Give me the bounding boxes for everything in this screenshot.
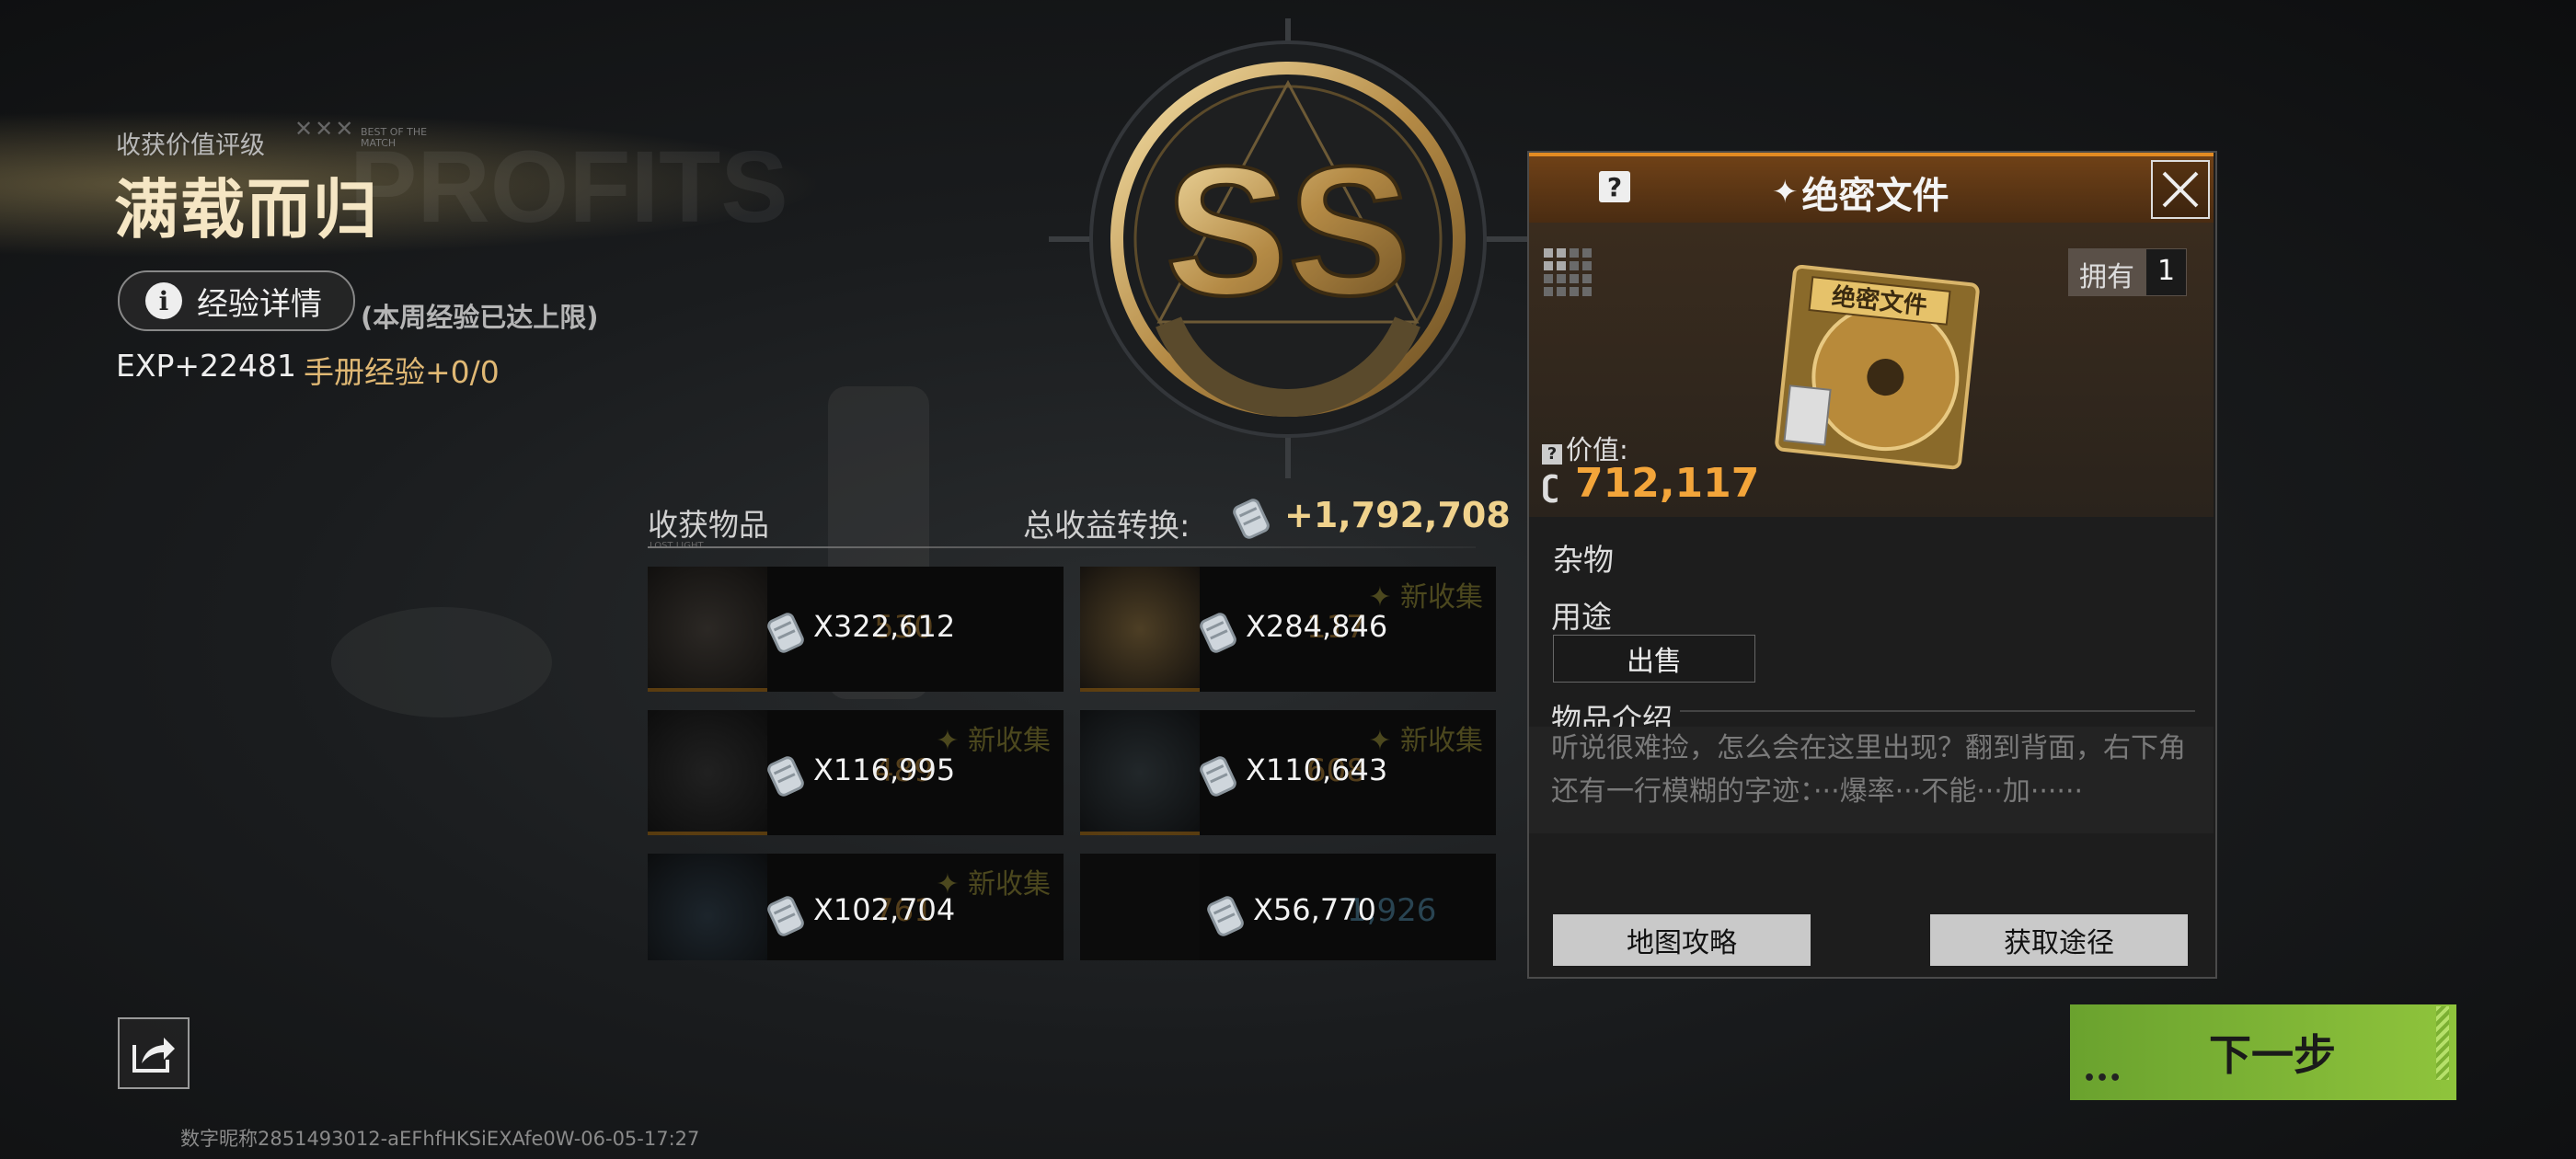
background-word: PROFITS [350, 131, 788, 244]
item-thumbnail [1080, 567, 1200, 692]
coin-icon [1233, 499, 1270, 539]
help-icon[interactable]: ? [1599, 171, 1630, 202]
grade-text: SS [1166, 129, 1411, 334]
total-earnings-label: 总收益转换: [1023, 508, 1190, 545]
owned-count: 拥有 1 [2068, 248, 2188, 296]
items-title: 收获物品 [648, 507, 769, 543]
background-shape [331, 607, 552, 717]
next-step-button[interactable]: 下一步 [2070, 1004, 2456, 1100]
item-quantity: X102,704 [813, 892, 956, 927]
item-thumbnail [648, 854, 767, 960]
sell-button[interactable]: 出售 [1553, 635, 1755, 683]
rarity-bar [1080, 688, 1200, 692]
info-icon: i [145, 282, 182, 319]
item-value: 712,117 [1575, 460, 1760, 507]
item-description: 听说很难捡，怎么会在这里出现？翻到背面，右下角还有一行模糊的字迹：···爆率··… [1551, 732, 2186, 808]
coin-icon [1207, 896, 1244, 936]
item-tile[interactable]: 1,926 X56,770 [1080, 854, 1496, 960]
owned-value: 1 [2145, 248, 2188, 296]
owned-label: 拥有 [2068, 248, 2145, 296]
item-thumbnail [648, 567, 767, 692]
sparkle-icon: ✦ [1772, 174, 1799, 211]
item-tile[interactable]: ✦ 新收集 761 X102,704 [648, 854, 1064, 960]
item-category: 杂物 [1553, 542, 1614, 578]
rating-label: 收获价值评级 [116, 132, 265, 160]
item-quantity: X110,643 [1246, 752, 1388, 787]
more-dots-icon: ••• [2083, 1067, 2122, 1090]
item-tile[interactable]: ✦ 新收集 489 X116,995 [648, 710, 1064, 835]
item-tile[interactable]: ✦ 新收集 117 X284,846 [1080, 567, 1496, 692]
chevron-icon: ✕✕✕ [294, 116, 356, 142]
item-quantity: X116,995 [813, 752, 956, 787]
rarity-bar [648, 688, 767, 692]
exp-details-button[interactable]: i 经验详情 [118, 270, 355, 331]
coin-icon [767, 756, 804, 797]
item-title: ✦ 绝密文件 [1772, 166, 1949, 219]
obtain-method-button[interactable]: 获取途径 [1930, 914, 2188, 966]
total-earnings-value: +1,792,708 [1284, 495, 1511, 535]
rating-title: 满载而归 [114, 172, 379, 247]
divider [648, 546, 1476, 548]
secret-document-image: 绝密文件 [1775, 265, 1980, 470]
item-quantity: X322,612 [813, 609, 956, 644]
item-thumbnail [1080, 854, 1200, 960]
item-quantity: X284,846 [1246, 609, 1388, 644]
close-button[interactable] [2151, 160, 2210, 219]
weekly-exp-note: (本周经验已达上限) [361, 302, 599, 333]
decorative-stripe [2436, 1006, 2449, 1080]
item-tile[interactable]: 530 X322,612 [648, 567, 1064, 692]
manual-exp: 手册经验+0/0 [304, 354, 500, 390]
share-icon [132, 1038, 175, 1073]
divider [1680, 710, 2195, 712]
usage-label: 用途 [1551, 599, 1612, 635]
coin-icon [767, 613, 804, 653]
help-icon: ? [1542, 444, 1562, 465]
exp-details-label: 经验详情 [197, 285, 322, 323]
player-id-text: 数字昵称2851493012-aEFhfHKSiEXAfe0W-06-05-17… [180, 1128, 700, 1150]
item-thumbnail [1080, 710, 1200, 835]
exp-value: EXP+22481 [116, 348, 296, 384]
coin-icon [1200, 756, 1236, 797]
item-tile[interactable]: ✦ 新收集 608 X110,643 [1080, 710, 1496, 835]
coin-icon [1200, 613, 1236, 653]
currency-icon: ʗ [1542, 469, 1559, 504]
map-guide-button[interactable]: 地图攻略 [1553, 914, 1811, 966]
share-button[interactable] [118, 1017, 190, 1089]
close-icon [2162, 171, 2199, 208]
rarity-bar [648, 832, 767, 835]
next-step-label: 下一步 [2209, 1030, 2336, 1080]
item-quantity: X56,770 [1253, 892, 1376, 927]
item-size-grid-icon [1544, 248, 1592, 296]
rarity-bar [1080, 832, 1200, 835]
item-thumbnail [648, 710, 767, 835]
coin-icon [767, 896, 804, 936]
item-title-text: 绝密文件 [1801, 175, 1949, 217]
ss-grade-emblem: SS [1049, 18, 1527, 478]
